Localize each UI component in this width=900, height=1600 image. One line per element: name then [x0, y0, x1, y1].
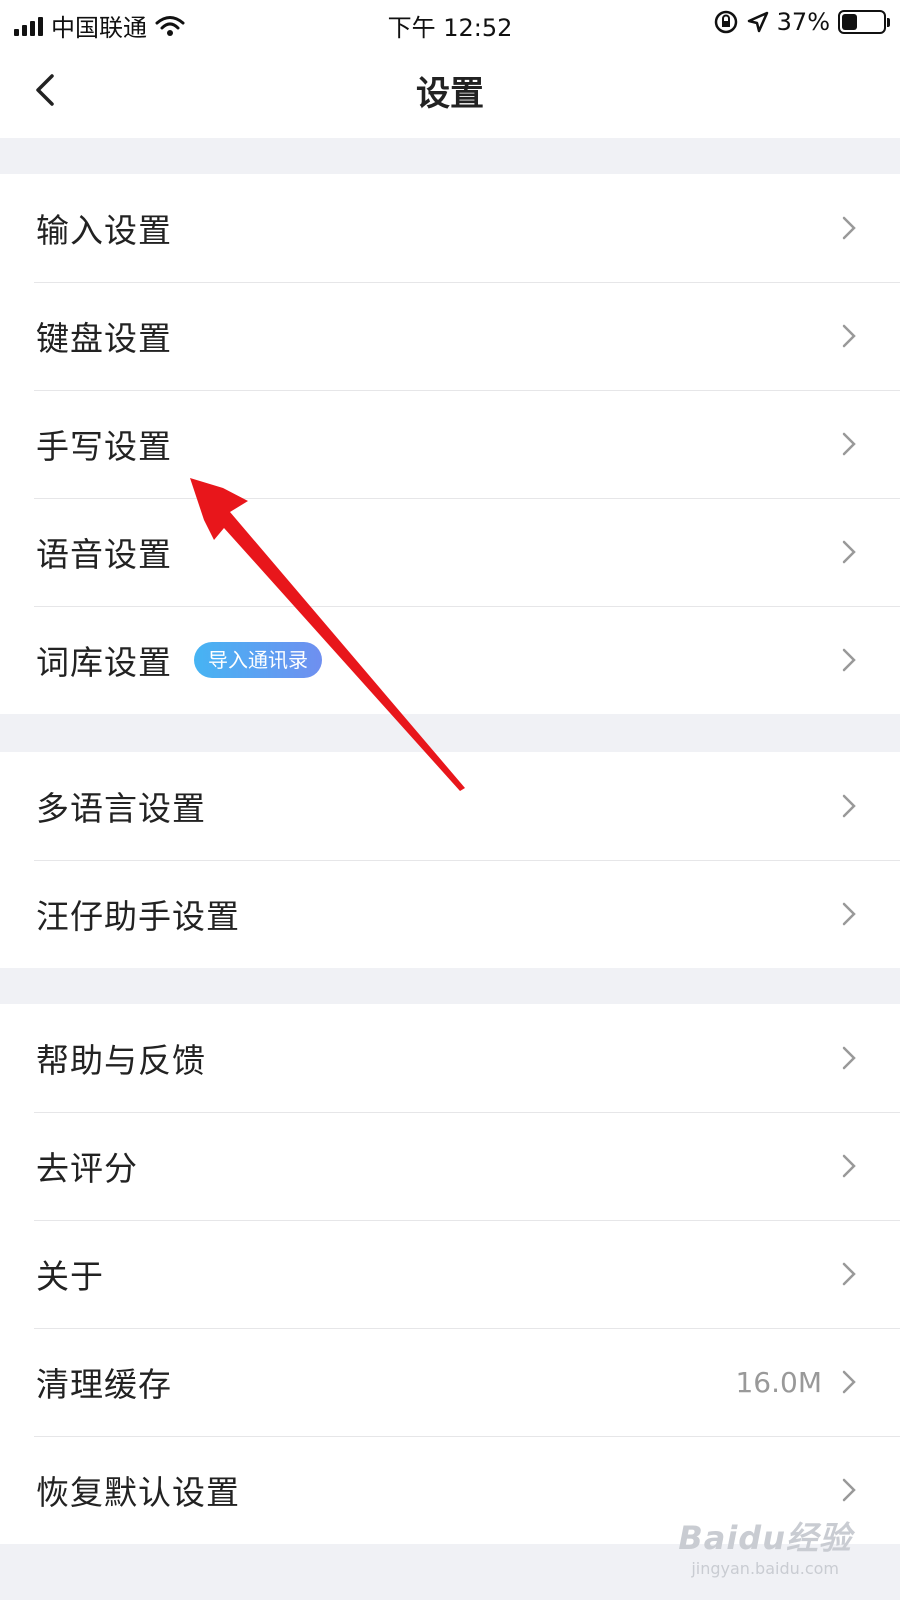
settings-item-handwriting[interactable]: 手写设置 [0, 390, 900, 498]
chevron-right-icon [842, 1262, 856, 1286]
chevron-right-icon [842, 1478, 856, 1502]
settings-item-dictionary[interactable]: 词库设置 导入通讯录 [0, 606, 900, 714]
chevron-right-icon [842, 648, 856, 672]
settings-group-language: 多语言设置 汪仔助手设置 [0, 752, 900, 968]
nav-bar: 设置 [0, 46, 900, 138]
settings-item-about[interactable]: 关于 [0, 1220, 900, 1328]
chevron-right-icon [842, 1154, 856, 1178]
status-bar: 中国联通 下午 12:52 37% [0, 0, 900, 46]
chevron-right-icon [842, 1046, 856, 1070]
settings-item-label: 多语言设置 [36, 789, 206, 828]
chevron-right-icon [842, 540, 856, 564]
battery-percent: 37% [776, 8, 830, 36]
settings-item-keyboard[interactable]: 键盘设置 [0, 282, 900, 390]
settings-item-label: 去评分 [36, 1149, 138, 1188]
settings-item-label: 词库设置 [36, 643, 172, 682]
settings-item-clear-cache[interactable]: 清理缓存 16.0M [0, 1328, 900, 1436]
settings-item-label: 清理缓存 [36, 1365, 172, 1404]
chevron-right-icon [842, 902, 856, 926]
chevron-right-icon [842, 794, 856, 818]
settings-group-input: 输入设置 键盘设置 手写设置 语音设置 词库设置 导入通讯录 [0, 174, 900, 714]
location-icon [747, 11, 768, 33]
settings-item-label: 恢复默认设置 [36, 1473, 240, 1512]
settings-item-label: 汪仔助手设置 [36, 897, 240, 936]
settings-item-label: 帮助与反馈 [36, 1041, 206, 1080]
settings-item-label: 语音设置 [36, 535, 172, 574]
settings-item-rate[interactable]: 去评分 [0, 1112, 900, 1220]
settings-item-help-feedback[interactable]: 帮助与反馈 [0, 1004, 900, 1112]
settings-item-label: 手写设置 [36, 427, 172, 466]
orientation-lock-icon [714, 10, 737, 34]
chevron-right-icon [842, 324, 856, 348]
settings-item-assistant[interactable]: 汪仔助手设置 [0, 860, 900, 968]
chevron-right-icon [842, 1370, 856, 1394]
watermark-url: jingyan.baidu.com [691, 1559, 839, 1578]
battery-icon [838, 10, 890, 34]
cache-size-value: 16.0M [735, 1365, 822, 1399]
settings-group-general: 帮助与反馈 去评分 关于 清理缓存 16.0M 恢复默认设置 [0, 1004, 900, 1544]
settings-item-multilanguage[interactable]: 多语言设置 [0, 752, 900, 860]
chevron-right-icon [842, 432, 856, 456]
settings-item-label: 键盘设置 [36, 319, 172, 358]
watermark-logo: Baidu经验 [678, 1519, 852, 1557]
import-contacts-badge[interactable]: 导入通讯录 [194, 642, 322, 678]
settings-item-input[interactable]: 输入设置 [0, 174, 900, 282]
settings-item-label: 关于 [36, 1257, 104, 1296]
page-title: 设置 [416, 74, 484, 114]
baidu-jingyan-watermark: Baidu经验 jingyan.baidu.com [678, 1513, 852, 1578]
chevron-right-icon [842, 216, 856, 240]
settings-item-voice[interactable]: 语音设置 [0, 498, 900, 606]
settings-item-label: 输入设置 [36, 211, 172, 250]
